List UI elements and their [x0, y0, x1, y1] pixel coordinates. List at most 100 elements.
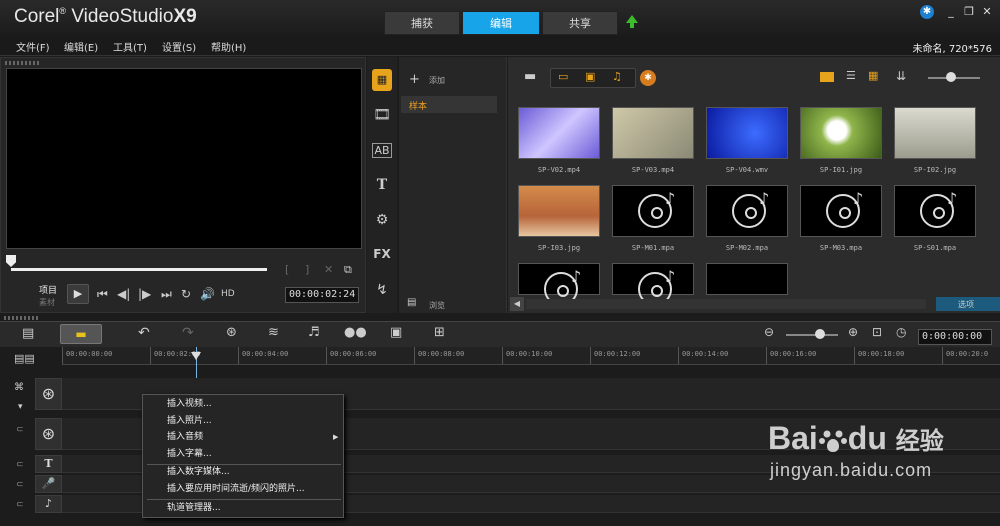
library-thumbnail[interactable]: ♪	[612, 263, 694, 306]
library-thumbnail[interactable]: ♪	[706, 185, 788, 237]
library-thumbnail[interactable]	[800, 107, 882, 159]
sound-mixer-icon[interactable]: ≋	[268, 325, 279, 340]
hd-toggle[interactable]: HD	[221, 289, 235, 299]
music-lock-icon[interactable]: ⊂	[16, 500, 24, 510]
folder-sample[interactable]: 样本	[401, 96, 497, 113]
menu-tools[interactable]: 工具(T)	[113, 39, 147, 54]
volume-icon[interactable]: 🔊	[200, 287, 215, 301]
graphic-icon[interactable]: ⚙	[372, 212, 392, 228]
redo-icon[interactable]: ↷	[182, 325, 194, 341]
title-icon[interactable]: T	[372, 177, 392, 193]
title-track-head[interactable]: T	[35, 455, 62, 473]
minimize-icon[interactable]: _	[944, 5, 958, 19]
add-icon[interactable]: +	[409, 72, 420, 87]
track-visibility-icon[interactable]: ⌘	[14, 382, 24, 393]
repeat-icon[interactable]: ↻	[181, 287, 191, 301]
subtitle-editor-icon[interactable]: ▣	[390, 325, 402, 340]
prev-frame-icon[interactable]: ◀|	[117, 287, 130, 301]
mode-clip[interactable]: 素材	[39, 297, 55, 308]
browse-button[interactable]: 浏览	[429, 300, 445, 311]
scroll-left-icon[interactable]: ◀	[510, 297, 524, 311]
menu-edit[interactable]: 编辑(E)	[64, 39, 98, 54]
panel-grip[interactable]	[5, 61, 41, 65]
mark-in-icon[interactable]: [	[285, 263, 289, 276]
library-thumbnail[interactable]	[518, 107, 600, 159]
thumb-size-handle[interactable]	[946, 72, 956, 82]
home-icon[interactable]: ⏮	[97, 287, 108, 302]
zoom-out-icon[interactable]: ⊖	[764, 325, 774, 339]
time-ruler[interactable]: 00:00:00:00 00:00:02:00 00:00:04:00 00:00:0…	[62, 347, 1000, 365]
library-thumbnail[interactable]: ♪	[894, 185, 976, 237]
fit-project-icon[interactable]: ⊡	[872, 325, 882, 339]
zoom-in-icon[interactable]: ⊕	[848, 325, 858, 339]
path-icon[interactable]: ↯	[372, 282, 392, 298]
record-capture-icon[interactable]: ⊛	[226, 325, 237, 340]
multi-camera-icon[interactable]: ⊞	[434, 325, 445, 340]
library-thumbnail[interactable]: ♪	[518, 263, 600, 306]
menu-insert-video[interactable]: 插入视频...	[167, 396, 212, 413]
music-track-head[interactable]: ♪	[35, 495, 62, 513]
title-lock-icon[interactable]: ⊂	[16, 460, 24, 470]
voice-lock-icon[interactable]: ⊂	[16, 480, 24, 490]
library-thumbnail[interactable]	[894, 107, 976, 159]
voice-track-head[interactable]: 🎤	[35, 475, 62, 493]
menu-insert-digital-media[interactable]: 插入数字媒体...	[167, 464, 230, 481]
play-button[interactable]: ▶	[67, 284, 89, 304]
view-grid-icon[interactable]: ▦	[868, 69, 878, 82]
import-media-icon[interactable]: ✱	[640, 70, 656, 86]
view-thumbnails-icon[interactable]	[820, 72, 834, 82]
add-folder-button[interactable]: 添加	[429, 75, 445, 86]
menu-settings[interactable]: 设置(S)	[162, 39, 196, 54]
auto-music-icon[interactable]: ♬	[308, 325, 320, 340]
restore-icon[interactable]: ❐	[962, 5, 976, 19]
library-thumbnail[interactable]	[706, 107, 788, 159]
folder-icon[interactable]: ▬	[524, 69, 536, 84]
menu-insert-subtitle[interactable]: 插入字幕...	[167, 446, 212, 463]
help-globe-icon[interactable]: ✱	[920, 5, 934, 19]
tab-edit[interactable]: 编辑	[462, 11, 540, 35]
menu-help[interactable]: 帮助(H)	[211, 39, 246, 54]
video-track-head[interactable]: ⊛	[35, 378, 62, 410]
upload-arrow-icon[interactable]	[626, 15, 638, 28]
media-icon[interactable]: ▦	[372, 69, 392, 91]
sort-icon[interactable]: ⇊	[896, 69, 906, 83]
menu-track-manager[interactable]: 轨道管理器...	[167, 500, 221, 517]
library-thumbnail[interactable]: ♪	[612, 185, 694, 237]
undo-icon[interactable]: ↶	[138, 325, 150, 341]
menu-insert-audio[interactable]: 插入音频	[167, 429, 203, 446]
timeline-grip[interactable]	[4, 316, 40, 320]
menu-file[interactable]: 文件(F)	[16, 39, 50, 54]
zoom-slider[interactable]	[786, 334, 838, 336]
mode-project[interactable]: 项目	[39, 283, 57, 296]
overlay-lock-icon[interactable]: ⊂	[16, 425, 24, 435]
scrub-bar[interactable]	[11, 268, 267, 271]
menu-insert-timelapse-photos[interactable]: 插入要应用时间流逝/频闪的照片...	[167, 481, 305, 498]
filter-fx-icon[interactable]: FX	[372, 247, 392, 261]
tab-capture[interactable]: 捕获	[384, 11, 460, 35]
enlarge-icon[interactable]: ⧉	[344, 263, 352, 277]
scrubber-handle[interactable]	[6, 255, 16, 267]
instant-project-icon[interactable]: 🎞	[372, 107, 392, 123]
filter-video-icon[interactable]: ▭	[558, 70, 568, 83]
browse-icon[interactable]: ▤	[407, 297, 416, 308]
library-thumbnail[interactable]: ♪	[800, 185, 882, 237]
transition-icon[interactable]: AB	[372, 143, 392, 158]
filter-audio-icon[interactable]: ♫	[612, 70, 622, 83]
track-expand-icon[interactable]: ▾	[18, 402, 23, 412]
timeline-timecode[interactable]: 0:00:00:00	[918, 329, 992, 345]
menu-insert-photo[interactable]: 插入照片...	[167, 413, 212, 430]
library-thumbnail[interactable]	[518, 185, 600, 237]
preview-timecode[interactable]: 00:00:02:24	[285, 287, 359, 303]
tab-share[interactable]: 共享	[542, 11, 618, 35]
mark-out-icon[interactable]: ]	[305, 263, 309, 276]
timeline-view-icon[interactable]: ▬	[60, 324, 102, 344]
filter-photo-icon[interactable]: ▣	[585, 70, 595, 83]
library-thumbnail[interactable]	[706, 263, 788, 295]
cut-icon[interactable]: ✕	[324, 263, 333, 276]
track-manager-icon[interactable]: ▤▤	[14, 352, 35, 365]
end-icon[interactable]: ⏭	[161, 287, 172, 302]
close-icon[interactable]: ✕	[980, 5, 994, 19]
next-frame-icon[interactable]: |▶	[138, 287, 151, 301]
zoom-handle[interactable]	[815, 329, 825, 339]
options-button[interactable]: 选项	[936, 297, 1000, 311]
